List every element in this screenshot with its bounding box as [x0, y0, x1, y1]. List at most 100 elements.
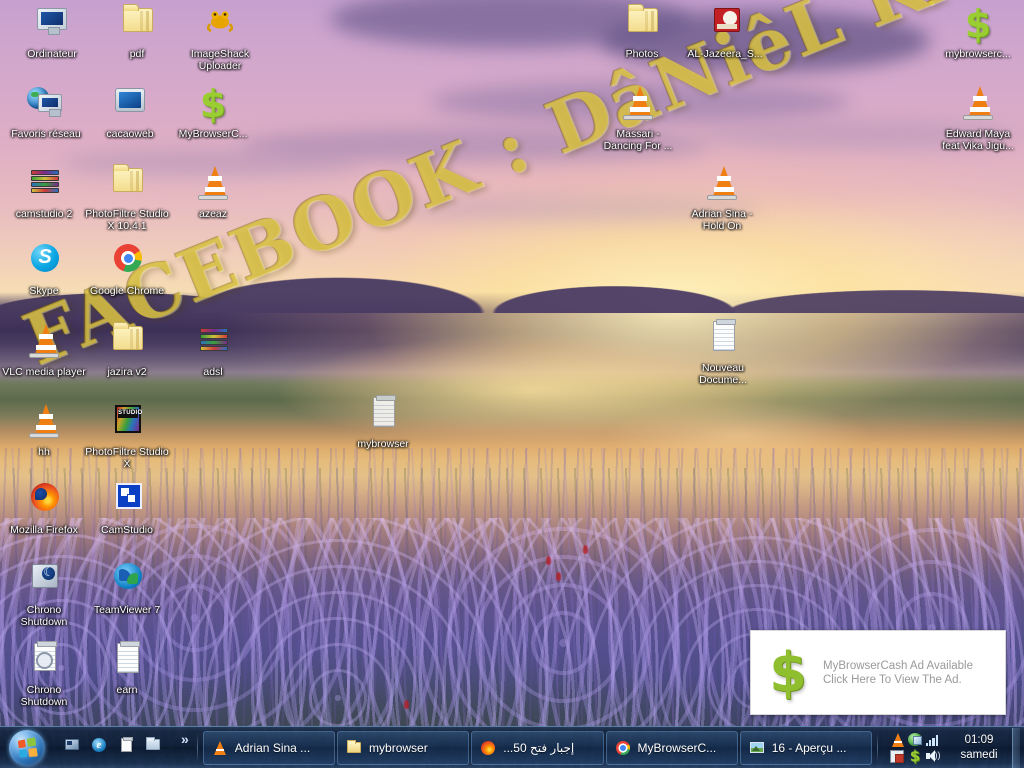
taskbar-task-button[interactable]: 16 - Aperçu ... — [739, 730, 872, 765]
vlc-icon — [189, 164, 237, 206]
mybrowsercash-tray-icon[interactable]: $ — [908, 748, 923, 764]
dollar-icon: $ — [964, 2, 992, 46]
desktop-icon[interactable]: S Skype — [2, 241, 86, 297]
chrono-shutdown-icon — [20, 560, 68, 602]
desktop-icon[interactable]: Nouveau Docume... — [681, 318, 765, 386]
signal-strength-icon[interactable] — [925, 732, 941, 747]
desktop-icon[interactable]: CamStudio — [85, 480, 169, 536]
desktop-icon-label: Favoris réseau — [11, 128, 81, 140]
desktop-icon-label: Google Chrome — [89, 285, 165, 297]
desktop-icon-label: camstudio 2 — [15, 208, 73, 220]
volume-icon[interactable]: )) — [925, 749, 941, 764]
network-tray-icon[interactable] — [907, 732, 923, 747]
desktop-icon-label: adsl — [203, 366, 223, 378]
desktop-icon[interactable]: Google Chrome — [85, 241, 169, 297]
winrar-icon — [20, 164, 68, 206]
desktop-icon[interactable]: Ordinateur — [10, 4, 94, 60]
desktop-screen: FACEBOOK : DâNiêL KANDI OrdinateurpdfIma… — [0, 0, 1024, 768]
desktop-icon[interactable]: AL-Jazeera_S... — [683, 4, 767, 60]
windows-explorer-icon[interactable] — [145, 736, 167, 759]
desktop-icon[interactable]: azeaz — [171, 164, 255, 220]
desktop-icon-label: PhotoFiltre Studio X 10.4.1 — [85, 208, 169, 232]
desktop-icon-label: pdf — [129, 48, 145, 60]
desktop-icon[interactable]: Favoris réseau — [4, 84, 88, 140]
network-globe-icon — [22, 84, 70, 126]
desktop-icon[interactable]: jazira v2 — [85, 322, 169, 378]
desktop-icon[interactable]: Edward Maya feat Vika Jigu... — [936, 84, 1020, 152]
taskbar-separator — [196, 732, 198, 763]
desktop-icon[interactable]: cacaoweb — [88, 84, 172, 140]
desktop-icon[interactable]: VLC media player — [2, 322, 86, 378]
taskbar-task-button[interactable]: MyBrowserC... — [605, 730, 738, 765]
internet-explorer-icon[interactable] — [91, 737, 113, 759]
desktop-icon-label: mybrowserc... — [945, 48, 1011, 60]
desktop-icon[interactable]: pdf — [95, 4, 179, 60]
windows-logo-icon — [9, 729, 45, 766]
desktop-icon[interactable]: Chrono Shutdown — [2, 640, 86, 708]
folder-icon — [103, 322, 151, 364]
mybrowser-icon — [359, 394, 407, 436]
vlc-icon — [698, 164, 746, 206]
desktop-icon[interactable]: PhotoFiltre Studio X — [85, 402, 169, 470]
quick-launch-overflow-button[interactable]: » — [181, 731, 189, 747]
ad-text: MyBrowserCash Ad Available Click Here To… — [817, 659, 997, 687]
desktop-icon[interactable]: PhotoFiltre Studio X 10.4.1 — [85, 164, 169, 232]
picture-icon — [749, 740, 765, 756]
skype-icon: S — [20, 241, 68, 283]
camstudio-icon — [103, 480, 151, 522]
desktop-icon-label: Massari - Dancing For ... — [603, 128, 673, 152]
clock[interactable]: 01:09 samedi — [948, 733, 1010, 763]
chrono-doc-icon — [20, 640, 68, 682]
show-desktop-icon[interactable] — [64, 737, 86, 759]
taskbar-task-button[interactable]: Adrian Sina ... — [202, 730, 336, 765]
poppy — [546, 556, 551, 565]
desktop-icon[interactable]: $ MyBrowserC... — [171, 84, 255, 140]
desktop-icon[interactable]: Chrono Shutdown — [2, 560, 86, 628]
folder-icon — [346, 739, 362, 756]
desktop-icon-label: azeaz — [198, 208, 228, 220]
desktop-icon[interactable]: camstudio 2 — [2, 164, 86, 220]
desktop-icon[interactable]: ImageShack Uploader — [178, 4, 262, 72]
dollar-icon: $ — [199, 82, 227, 126]
desktop-icon[interactable]: Adrian Sina - Hold On — [680, 164, 764, 232]
desktop-icon-label: Chrono Shutdown — [20, 604, 68, 628]
show-desktop-button[interactable] — [1012, 727, 1020, 768]
aljazeera-icon — [701, 4, 749, 46]
camstudio-tray-icon[interactable] — [889, 749, 905, 764]
poppy — [404, 700, 409, 709]
desktop-icon[interactable]: earn — [85, 640, 169, 696]
dollar-icon: $ — [769, 640, 807, 704]
cacaoweb-icon — [106, 84, 154, 126]
desktop-icon[interactable]: Photos — [600, 4, 684, 60]
start-button[interactable] — [0, 728, 54, 768]
desktop-icon[interactable]: mybrowser — [341, 394, 425, 450]
desktop-icon-label: Edward Maya feat Vika Jigu... — [942, 128, 1014, 152]
vlc-icon — [20, 402, 68, 444]
clock-day: samedi — [960, 748, 998, 761]
poppy — [583, 545, 588, 554]
mybrowsercash-ad-notification[interactable]: $ MyBrowserCash Ad Available Click Here … — [750, 630, 1006, 715]
folder-icon — [618, 4, 666, 46]
desktop-icon-label: hh — [38, 446, 50, 458]
desktop-icon[interactable]: $ mybrowserc... — [936, 4, 1020, 60]
desktop-icon[interactable]: adsl — [171, 322, 255, 378]
desktop-icon-label: Photos — [625, 48, 659, 60]
desktop-icon[interactable]: hh — [2, 402, 86, 458]
taskbar-task-button[interactable]: إجبار فتح 50... — [471, 730, 604, 765]
taskbar-task-label: 16 - Aperçu ... — [771, 740, 847, 755]
clock-time: 01:09 — [964, 733, 994, 746]
desktop-icon[interactable]: Mozilla Firefox — [2, 480, 86, 536]
winrar-icon — [189, 322, 237, 364]
folder-icon — [113, 4, 161, 46]
desktop-icon-label: Ordinateur — [27, 48, 77, 60]
firefox-icon — [480, 740, 496, 756]
folder-icon — [103, 164, 151, 206]
desktop-icon-label: Nouveau Docume... — [699, 362, 747, 386]
taskbar-task-label: MyBrowserC... — [637, 740, 717, 755]
vlc-tray-icon[interactable] — [890, 732, 905, 747]
desktop-icon-label: TeamViewer 7 — [93, 604, 161, 616]
desktop-icon[interactable]: TeamViewer 7 — [85, 560, 169, 616]
desktop-icon[interactable]: Massari - Dancing For ... — [596, 84, 680, 152]
taskbar-task-button[interactable]: mybrowser — [337, 730, 470, 765]
notepad-icon[interactable] — [118, 736, 140, 759]
